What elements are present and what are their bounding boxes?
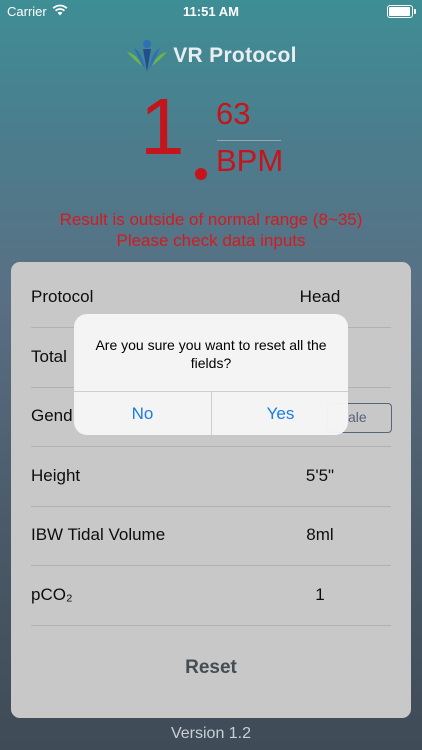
status-time: 11:51 AM [183, 4, 239, 19]
alert-message: Are you sure you want to reset all the f… [95, 337, 327, 371]
reset-confirm-alert: Are you sure you want to reset all the f… [74, 314, 348, 435]
result-decimal: 63 [216, 96, 251, 131]
app-title: VR Protocol [173, 44, 297, 67]
warning-line-1: Result is outside of normal range (8~35) [59, 210, 363, 229]
yes-button[interactable]: Yes [212, 392, 348, 435]
result-integer: 1 [140, 82, 185, 171]
warning-line-2: Please check data inputs [116, 231, 306, 250]
result-decimal-point [195, 168, 207, 180]
result-unit: BPM [216, 143, 284, 178]
range-warning: Result is outside of normal range (8~35)… [0, 209, 422, 251]
status-bar: Carrier 11:51 AM [0, 0, 422, 22]
app-logo-icon [127, 40, 168, 72]
version-label: Version 1.2 [170, 725, 252, 742]
app-header: VR Protocol [0, 38, 422, 74]
battery-icon [387, 5, 416, 18]
no-button[interactable]: No [74, 392, 211, 435]
result-divider [217, 140, 281, 141]
